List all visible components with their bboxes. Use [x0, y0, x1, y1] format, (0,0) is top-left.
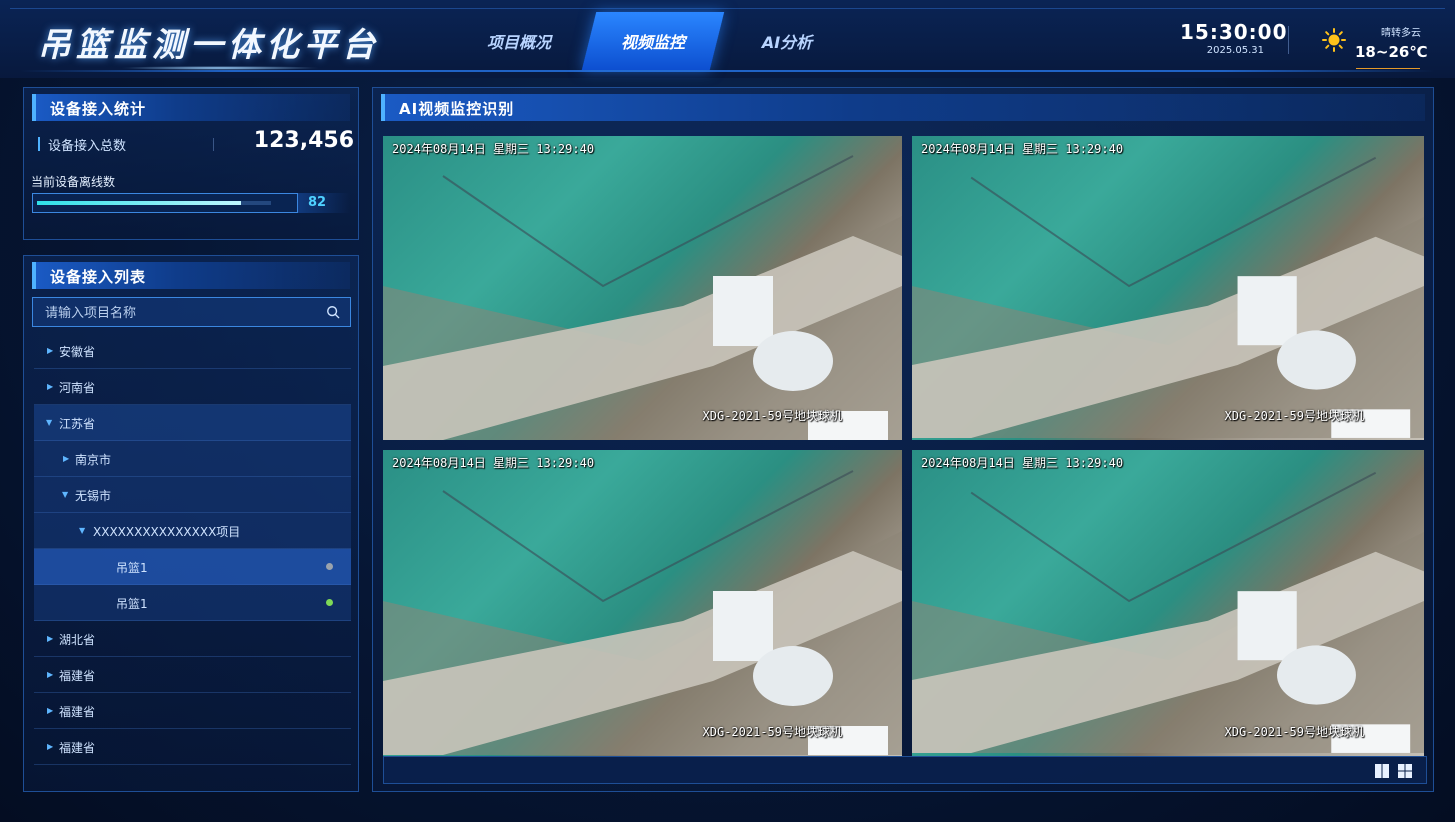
- offline-devices-value: 82: [308, 195, 327, 210]
- camera-timestamp: 2024年08月14日 星期三 13:29:40: [921, 456, 1124, 470]
- tree-item-label: 无锡市: [75, 489, 112, 503]
- tree-item-city[interactable]: ▼ 无锡市: [34, 477, 351, 513]
- clock-time: 15:30:00: [1180, 20, 1288, 44]
- panel-header: 设备接入统计: [32, 94, 350, 121]
- caret-down-icon: ▼: [46, 418, 53, 427]
- tree-item-province[interactable]: ▼ 江苏省: [34, 405, 351, 441]
- tab-label: 视频监控: [620, 33, 685, 52]
- title-glow: [120, 66, 320, 70]
- tab-label: 项目概况: [486, 33, 551, 52]
- camera-feed[interactable]: 2024年08月14日 星期三 13:29:40 XDG-2021-59号地块球…: [383, 136, 902, 440]
- weather: 晴转多云 18~26℃: [1355, 24, 1428, 61]
- offline-devices-label: 当前设备离线数: [31, 175, 116, 189]
- camera-name: XDG-2021-59号地块球机: [702, 409, 842, 423]
- device-list-panel: 设备接入列表 ▶ 安徽省 ▶ 河南省 ▼ 江苏省 ▶ 南京市 ▼ 无锡市: [23, 255, 359, 792]
- header-frame-line: [10, 8, 1445, 9]
- total-devices-row: 设备接入总数 123,456: [38, 128, 354, 160]
- caret-right-icon: ▶: [47, 382, 54, 391]
- app-header: 吊篮监测一体化平台 项目概况 视频监控 AI分析 15:30:00 2025.0…: [0, 0, 1455, 78]
- grid-4-icon[interactable]: [1397, 763, 1413, 779]
- tree-item-label: 湖北省: [59, 633, 96, 647]
- stat-divider: [213, 138, 214, 151]
- tree-item-province[interactable]: ▶ 福建省: [34, 657, 351, 693]
- device-tree: ▶ 安徽省 ▶ 河南省 ▼ 江苏省 ▶ 南京市 ▼ 无锡市 ▼ XXXXXXXX…: [34, 333, 351, 765]
- camera-feed[interactable]: 2024年08月14日 星期三 13:29:40 XDG-2021-59号地块球…: [912, 136, 1424, 440]
- caret-right-icon: ▶: [47, 634, 54, 643]
- weather-underline: [1356, 68, 1420, 69]
- camera-scene: [912, 471, 1424, 753]
- video-grid: 2024年08月14日 星期三 13:29:40 XDG-2021-59号地块球…: [383, 136, 1425, 756]
- caret-right-icon: ▶: [63, 454, 70, 463]
- tree-item-device[interactable]: 吊篮1: [34, 585, 351, 621]
- status-dot: [326, 563, 333, 570]
- tab-project-overview[interactable]: 项目概况: [455, 12, 583, 70]
- caret-right-icon: ▶: [47, 670, 54, 679]
- panel-header: 设备接入列表: [32, 262, 350, 289]
- total-devices-label: 设备接入总数: [48, 139, 127, 154]
- tree-item-project[interactable]: ▼ XXXXXXXXXXXXXXX项目: [34, 513, 351, 549]
- camera-name: XDG-2021-59号地块球机: [1224, 409, 1364, 423]
- camera-scene: [383, 155, 902, 440]
- clock-date: 2025.05.31: [1206, 45, 1264, 56]
- camera-feed[interactable]: 2024年08月14日 星期三 13:29:40 XDG-2021-59号地块球…: [383, 450, 902, 756]
- weather-description: 晴转多云: [1381, 28, 1421, 39]
- tree-item-label: 江苏省: [59, 417, 96, 431]
- device-stats-panel: 设备接入统计 设备接入总数 123,456 当前设备离线数 82: [23, 87, 359, 240]
- stat-marker: [38, 137, 40, 151]
- tree-item-label: 吊篮1: [116, 597, 148, 611]
- tree-item-province[interactable]: ▶ 福建省: [34, 693, 351, 729]
- tree-item-label: 南京市: [75, 453, 112, 467]
- progress-fill: [37, 201, 241, 205]
- weather-temperature: 18~26℃: [1355, 43, 1428, 61]
- tree-item-province[interactable]: ▶ 安徽省: [34, 333, 351, 369]
- camera-timestamp: 2024年08月14日 星期三 13:29:40: [392, 142, 595, 156]
- caret-right-icon: ▶: [47, 346, 54, 355]
- project-search-input[interactable]: [33, 298, 327, 328]
- camera-name: XDG-2021-59号地块球机: [702, 725, 842, 739]
- tree-item-label: 吊篮1: [116, 561, 148, 575]
- tab-ai-analysis[interactable]: AI分析: [723, 12, 851, 70]
- tree-item-province[interactable]: ▶ 福建省: [34, 729, 351, 765]
- tree-item-label: XXXXXXXXXXXXXXX项目: [93, 525, 241, 539]
- video-layout-bar: [383, 756, 1427, 784]
- tree-item-label: 河南省: [59, 381, 96, 395]
- progress-track: [37, 201, 271, 205]
- split-2-icon[interactable]: [1374, 763, 1390, 779]
- caret-down-icon: ▼: [62, 490, 69, 499]
- panel-title: 设备接入统计: [50, 100, 147, 118]
- main-nav: 项目概况 视频监控 AI分析: [455, 12, 857, 70]
- tab-video-monitoring[interactable]: 视频监控: [581, 12, 725, 70]
- camera-feed[interactable]: 2024年08月14日 星期三 13:29:40 XDG-2021-59号地块球…: [912, 450, 1424, 756]
- tree-item-label: 福建省: [59, 705, 96, 719]
- tree-item-label: 福建省: [59, 669, 96, 683]
- offline-progress-bar: [32, 193, 298, 213]
- project-search-box: [32, 297, 351, 328]
- header-divider: [1288, 26, 1289, 54]
- camera-timestamp: 2024年08月14日 星期三 13:29:40: [392, 456, 595, 470]
- tree-item-device[interactable]: 吊篮1: [34, 549, 351, 585]
- camera-timestamp: 2024年08月14日 星期三 13:29:40: [921, 142, 1124, 156]
- tree-item-province[interactable]: ▶ 河南省: [34, 369, 351, 405]
- tree-item-city[interactable]: ▶ 南京市: [34, 441, 351, 477]
- tree-item-label: 安徽省: [59, 345, 96, 359]
- camera-scene: [383, 470, 902, 755]
- caret-down-icon: ▼: [79, 526, 86, 535]
- app-title: 吊篮监测一体化平台: [38, 25, 380, 64]
- search-icon[interactable]: [326, 305, 340, 319]
- panel-title: AI视频监控识别: [399, 100, 515, 118]
- caret-right-icon: ▶: [47, 706, 54, 715]
- panel-title: 设备接入列表: [50, 268, 147, 286]
- caret-right-icon: ▶: [47, 742, 54, 751]
- clock: 15:30:00 2025.05.31: [1180, 20, 1288, 56]
- panel-header: AI视频监控识别: [381, 94, 1425, 121]
- camera-name: XDG-2021-59号地块球机: [1224, 725, 1364, 739]
- total-devices-value: 123,456: [253, 128, 354, 153]
- sun-icon: [1322, 28, 1346, 52]
- tree-item-province[interactable]: ▶ 湖北省: [34, 621, 351, 657]
- camera-scene: [912, 156, 1424, 438]
- tab-label: AI分析: [761, 33, 813, 52]
- tree-item-label: 福建省: [59, 741, 96, 755]
- status-dot: [326, 599, 333, 606]
